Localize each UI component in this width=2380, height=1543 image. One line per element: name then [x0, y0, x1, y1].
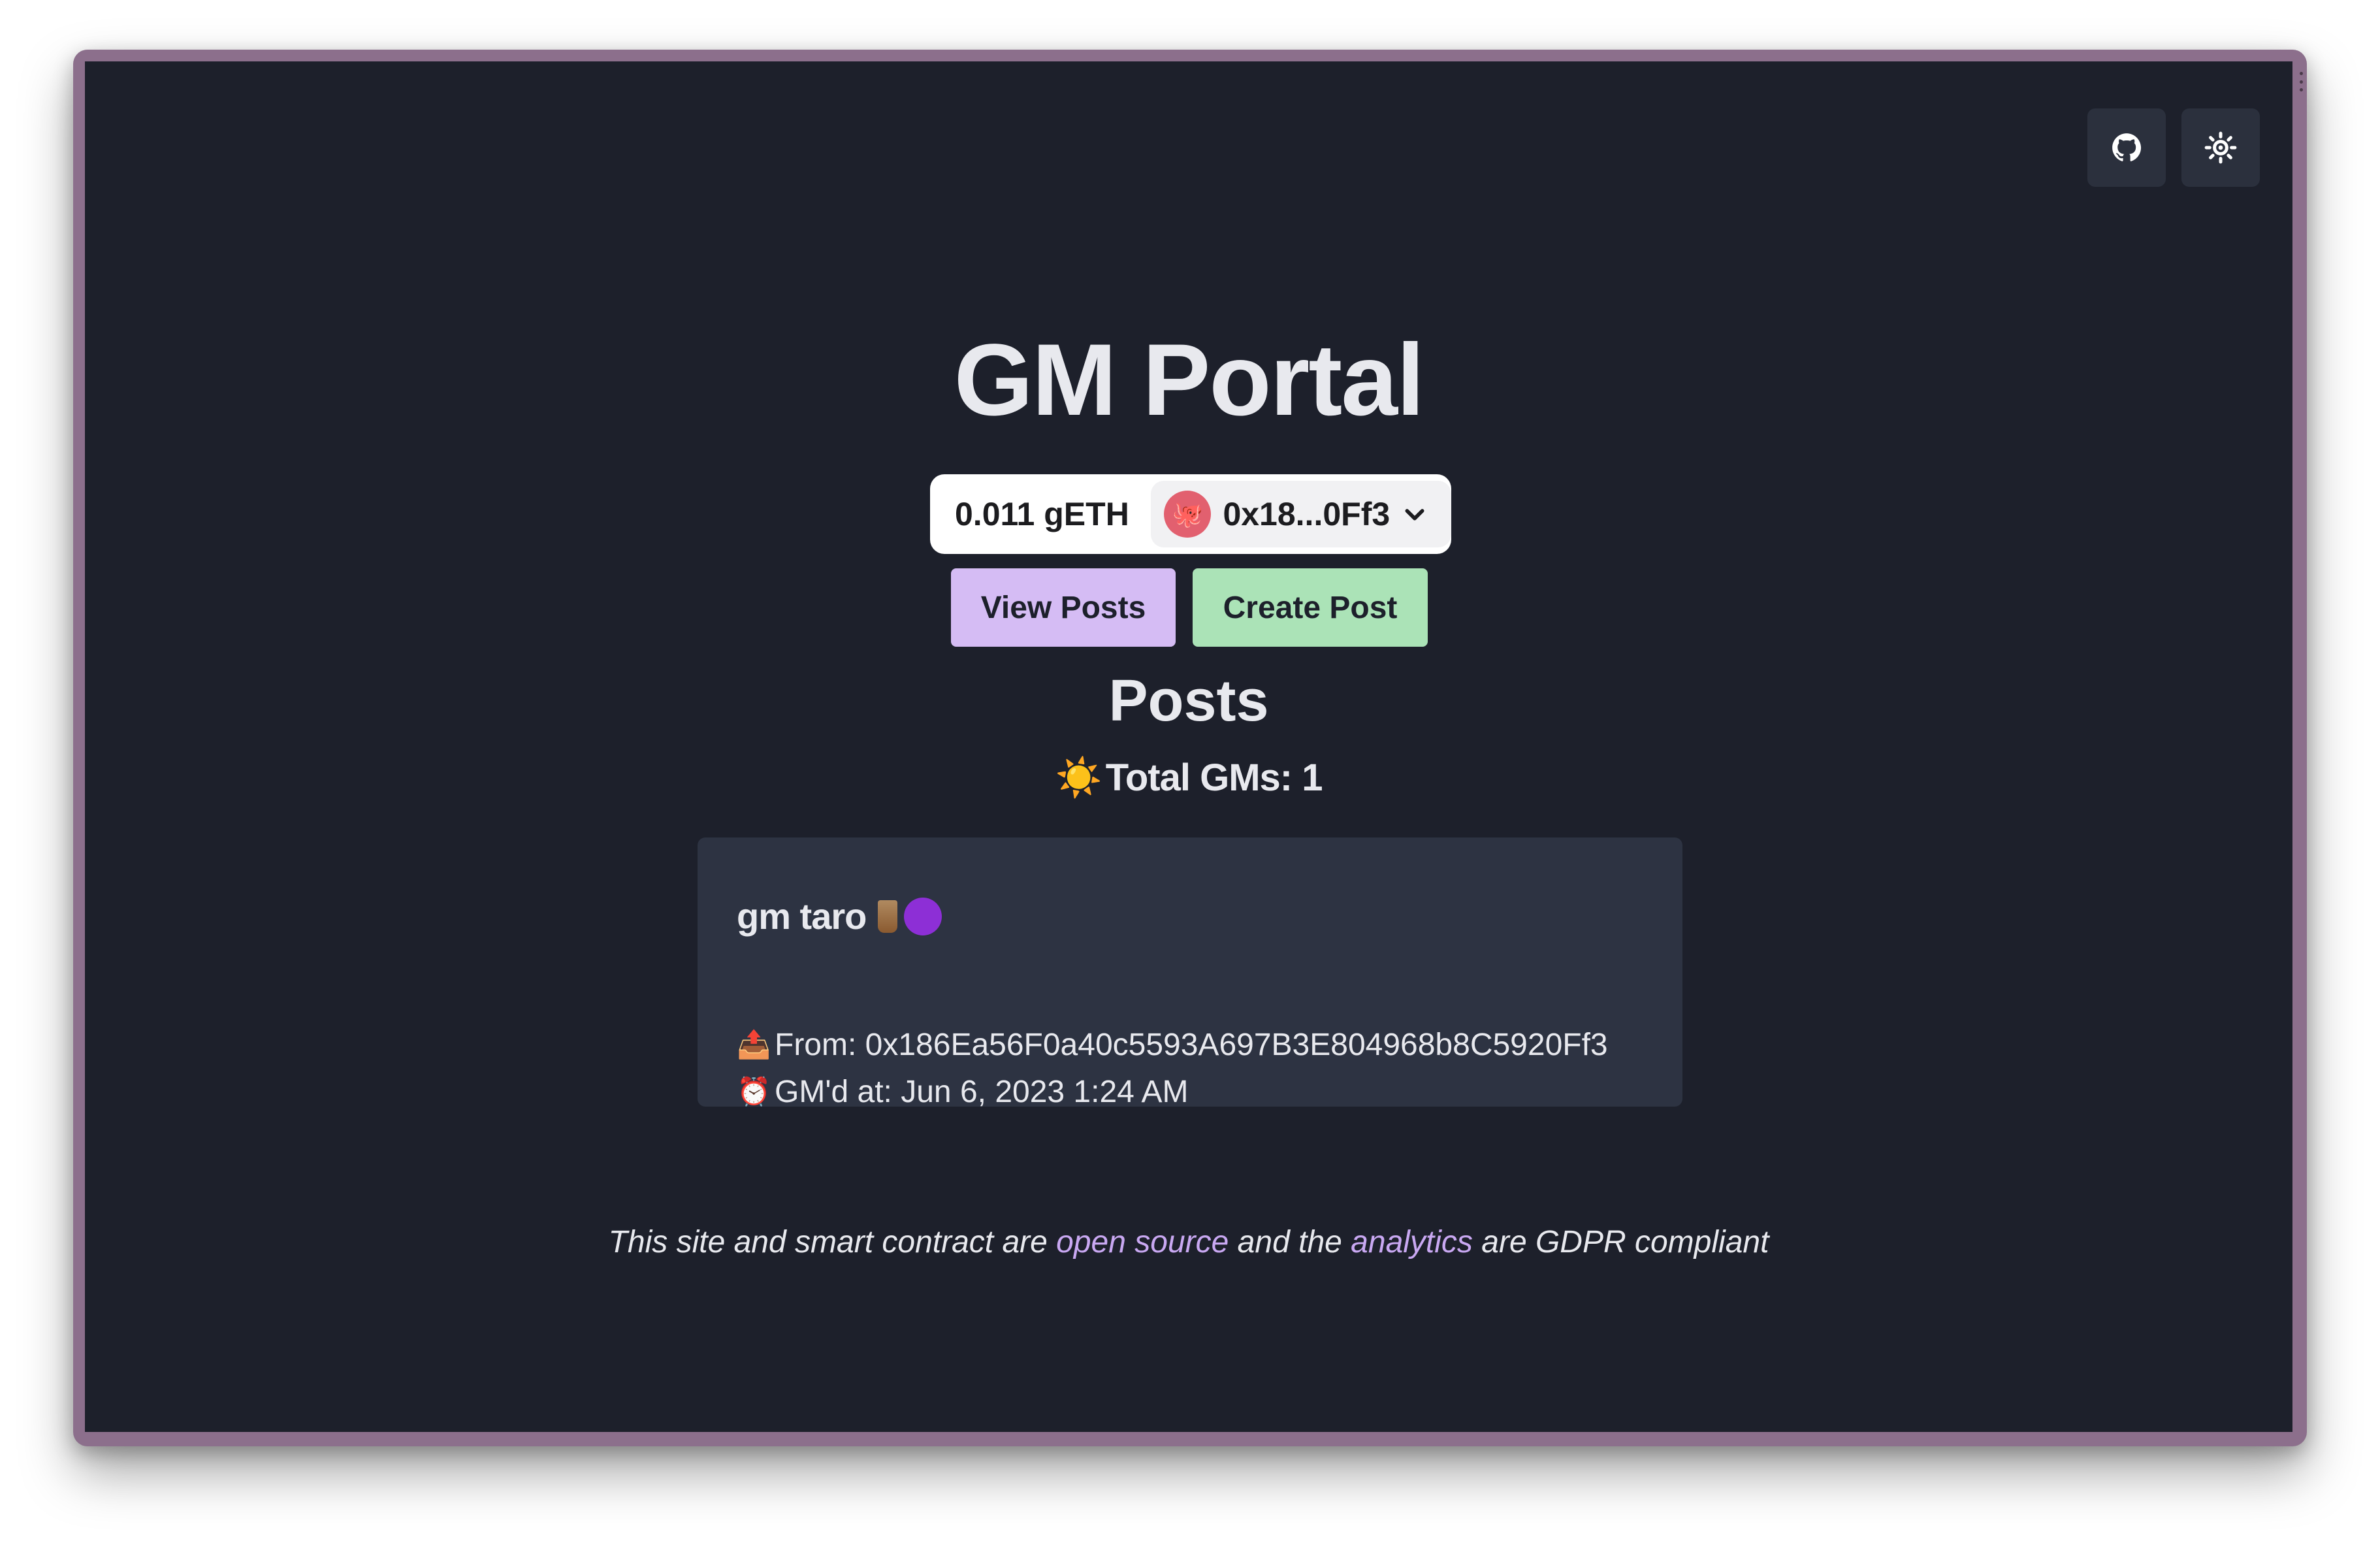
chevron-down-icon	[1405, 509, 1424, 521]
github-icon	[2112, 133, 2142, 161]
footer-text-3: are GDPR compliant	[1472, 1225, 1769, 1259]
browser-window-frame: GM Portal 0.011 gETH 🐙 0x18...0Ff3 View …	[73, 50, 2307, 1446]
posts-heading: Posts	[1108, 668, 1269, 734]
wallet-connect-widget[interactable]: 0.011 gETH 🐙 0x18...0Ff3	[930, 474, 1451, 554]
wallet-account-button[interactable]: 🐙 0x18...0Ff3	[1151, 481, 1451, 547]
create-post-button[interactable]: Create Post	[1193, 568, 1428, 647]
sun-emoji-icon: ☀️	[1055, 756, 1102, 799]
wallet-balance[interactable]: 0.011 gETH	[930, 495, 1143, 533]
sun-icon	[2204, 131, 2237, 164]
page-title: GM Portal	[954, 323, 1425, 437]
post-message: gm taro	[737, 895, 942, 937]
total-gms: ☀️ Total GMs: 1	[85, 759, 2292, 797]
footer-text-1: This site and smart contract are	[608, 1225, 1057, 1259]
alarm-clock-icon: ⏰	[737, 1076, 771, 1107]
post-message-text: gm taro	[737, 896, 867, 937]
post-timestamp-text: GM'd at: Jun 6, 2023 1:24 AM	[775, 1075, 1189, 1109]
analytics-link[interactable]: analytics	[1351, 1225, 1473, 1259]
purple-circle-icon	[904, 897, 942, 935]
theme-toggle-button[interactable]	[2181, 108, 2260, 187]
post-sender: 📤 From: 0x186Ea56F0a40c5593A697B3E804968…	[737, 1027, 1608, 1063]
footer-text-2: and the	[1229, 1225, 1351, 1259]
github-button[interactable]	[2087, 108, 2166, 187]
wallet-avatar: 🐙	[1164, 491, 1212, 538]
post-card: gm taro 📤 From: 0x186Ea56F0a40c5593A697B…	[698, 837, 1682, 1110]
bubble-tea-icon	[878, 900, 898, 933]
footer-note: This site and smart contract are open so…	[85, 1224, 2292, 1260]
open-source-link[interactable]: open source	[1056, 1225, 1229, 1259]
post-sender-text: From: 0x186Ea56F0a40c5593A697B3E804968b8…	[775, 1028, 1608, 1062]
outbox-tray-icon: 📤	[737, 1029, 771, 1060]
window-grip-handle[interactable]	[2299, 72, 2303, 91]
post-timestamp: ⏰ GM'd at: Jun 6, 2023 1:24 AM	[737, 1074, 1189, 1110]
app-viewport: GM Portal 0.011 gETH 🐙 0x18...0Ff3 View …	[85, 61, 2292, 1432]
view-posts-button[interactable]: View Posts	[951, 568, 1176, 647]
wallet-address: 0x18...0Ff3	[1223, 496, 1391, 532]
total-gms-label: Total GMs: 1	[1105, 756, 1323, 799]
